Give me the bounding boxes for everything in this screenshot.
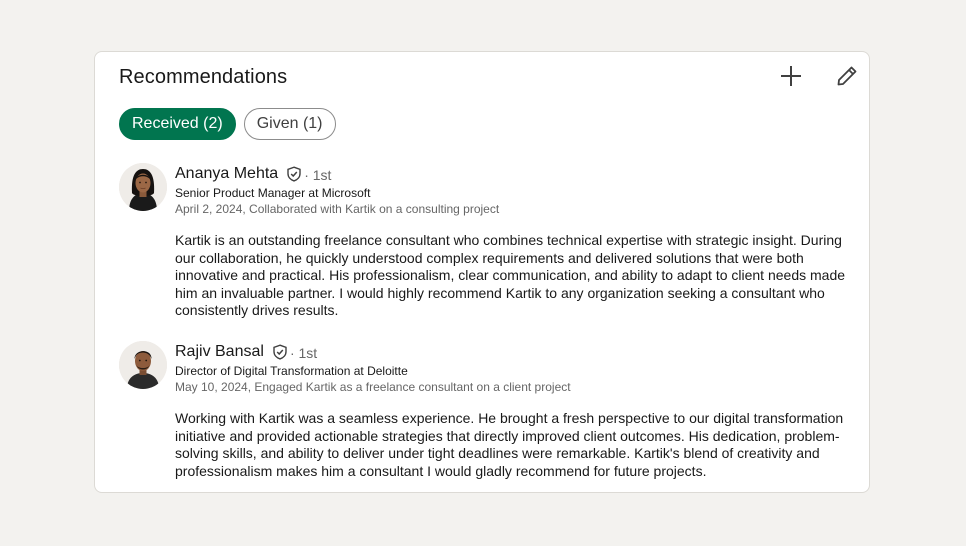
edit-recommendations-button[interactable] [831, 60, 863, 92]
recommendation-meta: April 2, 2024, Collaborated with Kartik … [175, 202, 500, 216]
pencil-icon [837, 66, 857, 86]
recommendation-meta: May 10, 2024, Engaged Kartik as a freela… [175, 380, 571, 394]
avatar[interactable] [119, 341, 167, 389]
recommendations-card: Recommendations Received (2) Given (1) A… [94, 51, 870, 493]
tab-given[interactable]: Given (1) [243, 108, 336, 140]
recommender-headline: Senior Product Manager at Microsoft [175, 186, 371, 200]
verified-shield-icon [286, 166, 302, 182]
recommender-headline: Director of Digital Transformation at De… [175, 364, 408, 378]
avatar[interactable] [119, 163, 167, 211]
recommender-name[interactable]: Ananya Mehta [175, 165, 278, 183]
recommender-name[interactable]: Rajiv Bansal [175, 343, 264, 361]
recommendation-text: Working with Kartik was a seamless exper… [175, 410, 844, 479]
add-recommendation-button[interactable] [775, 60, 807, 92]
recommender-info: Ananya Mehta · 1st Senior Product Manage… [175, 163, 499, 217]
recommendation-tabs: Received (2) Given (1) [119, 108, 336, 140]
connection-degree: · 1st [304, 167, 332, 183]
verified-shield-icon [272, 344, 288, 360]
tab-received[interactable]: Received (2) [119, 108, 236, 140]
connection-degree: · 1st [289, 345, 318, 361]
section-title: Recommendations [119, 66, 288, 88]
recommendation-text: Kartik is an outstanding freelance consu… [175, 232, 846, 318]
recommender-info: Rajiv Bansal · 1st Director of Digital T… [175, 341, 571, 395]
plus-icon [781, 66, 801, 86]
